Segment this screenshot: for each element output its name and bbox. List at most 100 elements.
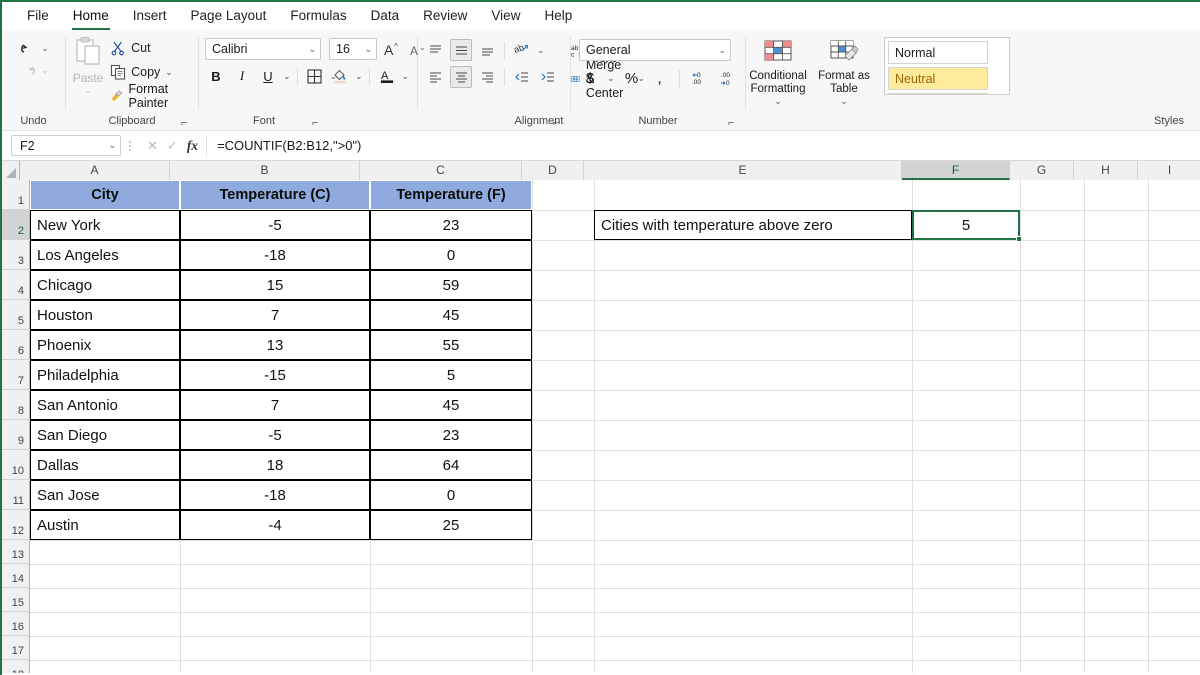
- font-color-chevron-down-icon[interactable]: ⌄: [402, 71, 410, 82]
- table-cell[interactable]: Chicago: [30, 270, 180, 300]
- column-header-E[interactable]: E: [584, 161, 902, 180]
- column-header-C[interactable]: C: [360, 161, 522, 180]
- table-cell[interactable]: 18: [180, 450, 370, 480]
- table-cell[interactable]: -4: [180, 510, 370, 540]
- copy-button[interactable]: Copy ⌄: [110, 61, 198, 83]
- table-cell[interactable]: 5: [370, 360, 532, 390]
- row-header-18[interactable]: 18: [2, 660, 30, 673]
- alignment-dialog-launcher-icon[interactable]: ⌐: [553, 118, 564, 129]
- clipboard-dialog-launcher-icon[interactable]: ⌐: [181, 118, 192, 129]
- align-top-button[interactable]: [424, 39, 446, 61]
- row-header-14[interactable]: 14: [2, 564, 30, 588]
- table-header-cell[interactable]: City: [30, 180, 180, 210]
- table-cell[interactable]: Phoenix: [30, 330, 180, 360]
- table-cell[interactable]: 64: [370, 450, 532, 480]
- row-header-11[interactable]: 11: [2, 480, 30, 510]
- increase-indent-button[interactable]: [537, 66, 559, 88]
- format-as-table-chevron-down-icon[interactable]: ⌄: [840, 96, 848, 107]
- menu-item-data[interactable]: Data: [360, 5, 411, 27]
- conditional-formatting-chevron-down-icon[interactable]: ⌄: [774, 96, 782, 107]
- annotation-label-cell[interactable]: Cities with temperature above zero: [594, 210, 912, 240]
- table-cell[interactable]: 45: [370, 300, 532, 330]
- table-cell[interactable]: Houston: [30, 300, 180, 330]
- menu-item-insert[interactable]: Insert: [122, 5, 178, 27]
- grow-font-button[interactable]: A ^: [381, 38, 403, 60]
- table-cell[interactable]: -5: [180, 210, 370, 240]
- fill-color-chevron-down-icon[interactable]: ⌄: [355, 71, 363, 82]
- fx-icon[interactable]: fx: [187, 138, 198, 154]
- row-header-12[interactable]: 12: [2, 510, 30, 540]
- table-cell[interactable]: 23: [370, 210, 532, 240]
- table-cell[interactable]: 0: [370, 480, 532, 510]
- align-center-button[interactable]: [450, 66, 472, 88]
- format-as-table-button[interactable]: Format as Table ⌄: [812, 37, 876, 107]
- row-header-10[interactable]: 10: [2, 450, 30, 480]
- menu-item-view[interactable]: View: [480, 5, 531, 27]
- table-cell[interactable]: -18: [180, 480, 370, 510]
- table-cell[interactable]: San Jose: [30, 480, 180, 510]
- undo-dropdown-chevron-icon[interactable]: ⌄: [41, 43, 49, 54]
- row-header-3[interactable]: 3: [2, 240, 30, 270]
- paste-button[interactable]: Paste ⌄: [66, 34, 110, 96]
- column-header-A[interactable]: A: [20, 161, 170, 180]
- column-header-B[interactable]: B: [170, 161, 360, 180]
- comma-style-button[interactable]: ,: [649, 67, 671, 89]
- confirm-check-icon[interactable]: ✓: [167, 138, 178, 154]
- selected-cell-f2[interactable]: 5: [912, 210, 1020, 240]
- align-left-button[interactable]: [424, 66, 446, 88]
- font-size-input[interactable]: 16 ⌄: [329, 38, 377, 60]
- select-all-corner-button[interactable]: [2, 161, 20, 180]
- table-cell[interactable]: San Diego: [30, 420, 180, 450]
- redo-dropdown-chevron-icon[interactable]: ⌄: [41, 65, 49, 76]
- table-cell[interactable]: Austin: [30, 510, 180, 540]
- table-cell[interactable]: -18: [180, 240, 370, 270]
- table-cell[interactable]: 25: [370, 510, 532, 540]
- cut-button[interactable]: Cut: [110, 37, 198, 59]
- menu-item-home[interactable]: Home: [62, 5, 120, 27]
- row-header-16[interactable]: 16: [2, 612, 30, 636]
- font-name-input[interactable]: Calibri ⌄: [205, 38, 321, 60]
- table-cell[interactable]: Philadelphia: [30, 360, 180, 390]
- number-dialog-launcher-icon[interactable]: ⌐: [728, 118, 739, 129]
- percent-button[interactable]: %: [621, 67, 643, 89]
- underline-button[interactable]: U: [257, 65, 279, 87]
- cell-style-b[interactable]: B: [888, 93, 988, 95]
- row-header-1[interactable]: 1: [2, 180, 30, 210]
- borders-button[interactable]: [304, 65, 326, 87]
- row-header-13[interactable]: 13: [2, 540, 30, 564]
- table-cell[interactable]: 0: [370, 240, 532, 270]
- paste-dropdown-chevron-icon[interactable]: ⌄: [84, 85, 92, 96]
- redo-button[interactable]: ⌄: [18, 60, 49, 80]
- table-cell[interactable]: 15: [180, 270, 370, 300]
- menu-item-formulas[interactable]: Formulas: [279, 5, 357, 27]
- row-header-7[interactable]: 7: [2, 360, 30, 390]
- table-header-cell[interactable]: Temperature (C): [180, 180, 370, 210]
- align-middle-button[interactable]: [450, 39, 472, 61]
- menu-item-file[interactable]: File: [16, 5, 60, 27]
- conditional-formatting-button[interactable]: Conditional Formatting ⌄: [746, 37, 810, 107]
- currency-chevron-down-icon[interactable]: ⌄: [607, 73, 615, 84]
- row-header-15[interactable]: 15: [2, 588, 30, 612]
- row-header-5[interactable]: 5: [2, 300, 30, 330]
- table-cell[interactable]: San Antonio: [30, 390, 180, 420]
- table-cell[interactable]: 13: [180, 330, 370, 360]
- row-header-9[interactable]: 9: [2, 420, 30, 450]
- cancel-icon[interactable]: ✕: [147, 138, 158, 154]
- font-size-chevron-down-icon[interactable]: ⌄: [364, 44, 372, 55]
- menu-item-review[interactable]: Review: [412, 5, 478, 27]
- row-header-17[interactable]: 17: [2, 636, 30, 660]
- font-name-chevron-down-icon[interactable]: ⌄: [308, 44, 316, 55]
- fill-color-button[interactable]: [329, 65, 351, 87]
- undo-button[interactable]: ⌄: [18, 38, 49, 58]
- formula-input[interactable]: =COUNTIF(B2:B12,">0"): [206, 135, 1196, 156]
- menu-item-help[interactable]: Help: [533, 5, 583, 27]
- table-cell[interactable]: -5: [180, 420, 370, 450]
- decrease-indent-button[interactable]: [511, 66, 533, 88]
- table-cell[interactable]: Dallas: [30, 450, 180, 480]
- table-cell[interactable]: -15: [180, 360, 370, 390]
- orientation-chevron-down-icon[interactable]: ⌄: [537, 45, 545, 56]
- underline-chevron-down-icon[interactable]: ⌄: [283, 71, 291, 82]
- name-box-chevron-down-icon[interactable]: ⌄: [108, 140, 116, 151]
- row-header-8[interactable]: 8: [2, 390, 30, 420]
- table-cell[interactable]: 45: [370, 390, 532, 420]
